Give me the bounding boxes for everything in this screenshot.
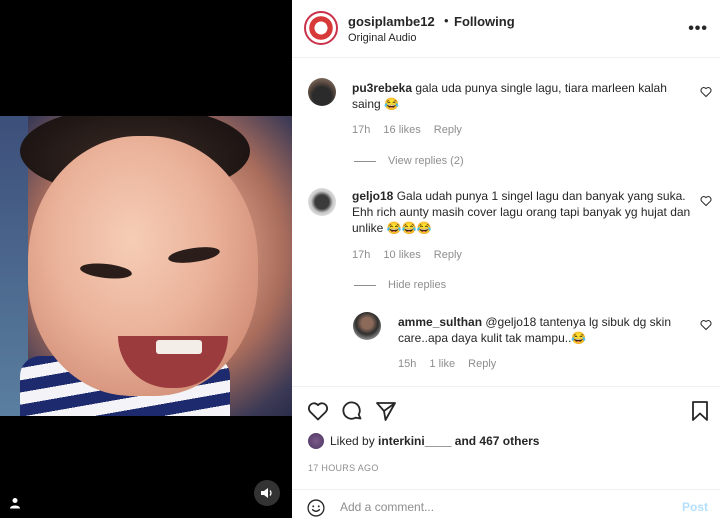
comments-list[interactable]: pu3rebeka gala uda punya single lagu, ti…: [292, 58, 720, 386]
comment-time[interactable]: 17h: [352, 124, 370, 136]
comment-avatar[interactable]: [308, 188, 336, 216]
comment-likes[interactable]: 16 likes: [383, 124, 420, 136]
reply-avatar[interactable]: [353, 312, 381, 340]
likes-others[interactable]: and 467 others: [455, 434, 540, 448]
comment-text: Gala udah punya 1 singel lagu dan banyak…: [352, 189, 691, 235]
likes-summary: Liked by interkini____ and 467 others: [308, 433, 539, 449]
view-replies-button[interactable]: View replies (2): [354, 155, 464, 167]
more-options-icon[interactable]: •••: [688, 20, 708, 38]
comment-meta: 17h 16 likes Reply: [352, 124, 472, 136]
comment-avatar[interactable]: [308, 78, 336, 106]
post-comment-button[interactable]: Post: [682, 500, 708, 514]
comment-body: geljo18 Gala udah punya 1 singel lagu da…: [352, 188, 692, 236]
video-subject-eye-left: [79, 261, 133, 281]
post-actions: Liked by interkini____ and 467 others 17…: [292, 386, 720, 518]
likes-prefix: Liked by: [330, 434, 375, 448]
reply-username[interactable]: amme_sulthan: [398, 315, 482, 329]
likes-suffix[interactable]: and 467 others: [455, 434, 540, 448]
liker-avatar[interactable]: [308, 433, 324, 449]
comment-likes[interactable]: 10 likes: [383, 249, 420, 261]
post-header: gosiplambe12 • Following Original Audio …: [292, 0, 720, 58]
comment-composer: Post: [292, 489, 720, 518]
add-comment-input[interactable]: [340, 496, 660, 518]
like-heart-icon[interactable]: [306, 399, 330, 423]
reply-reply-button[interactable]: Reply: [468, 358, 496, 370]
like-reply-icon[interactable]: [700, 319, 712, 331]
video-subject-eye-right: [167, 244, 221, 266]
tagged-user-icon[interactable]: [6, 494, 24, 512]
audio-link[interactable]: Original Audio: [348, 32, 417, 44]
reply-meta: 15h 1 like Reply: [398, 358, 506, 370]
comment-body: pu3rebeka gala uda punya single lagu, ti…: [352, 80, 692, 112]
like-comment-icon[interactable]: [700, 86, 712, 98]
reply-time[interactable]: 15h: [398, 358, 416, 370]
share-send-icon[interactable]: [374, 399, 398, 423]
video-frame[interactable]: [0, 116, 292, 416]
video-player[interactable]: [0, 0, 292, 518]
author-avatar[interactable]: [304, 11, 338, 45]
comment-time[interactable]: 17h: [352, 249, 370, 261]
emoji-icon[interactable]: [306, 498, 326, 518]
post-panel: gosiplambe12 • Following Original Audio …: [292, 0, 720, 518]
save-bookmark-icon[interactable]: [688, 399, 712, 423]
speaker-icon: [261, 488, 272, 498]
reply-body: amme_sulthan @geljo18 tantenya lg sibuk …: [398, 314, 688, 346]
likes-user[interactable]: interkini____: [378, 434, 451, 448]
reply-likes[interactable]: 1 like: [429, 358, 455, 370]
comment-username[interactable]: geljo18: [352, 189, 393, 203]
header-separator: •: [444, 13, 449, 28]
author-username[interactable]: gosiplambe12: [348, 14, 435, 29]
video-subject-face: [28, 136, 258, 396]
comment-reply-button[interactable]: Reply: [434, 124, 462, 136]
sound-toggle-button[interactable]: [254, 480, 280, 506]
video-subject-teeth: [156, 340, 202, 354]
following-button[interactable]: Following: [454, 14, 515, 29]
comment-reply-button[interactable]: Reply: [434, 249, 462, 261]
post-timestamp[interactable]: 17 HOURS AGO: [308, 463, 379, 473]
comment-meta: 17h 10 likes Reply: [352, 249, 472, 261]
hide-replies-button[interactable]: Hide replies: [354, 279, 446, 291]
comment-username[interactable]: pu3rebeka: [352, 81, 412, 95]
comment-icon[interactable]: [340, 399, 364, 423]
like-comment-icon[interactable]: [700, 195, 712, 207]
